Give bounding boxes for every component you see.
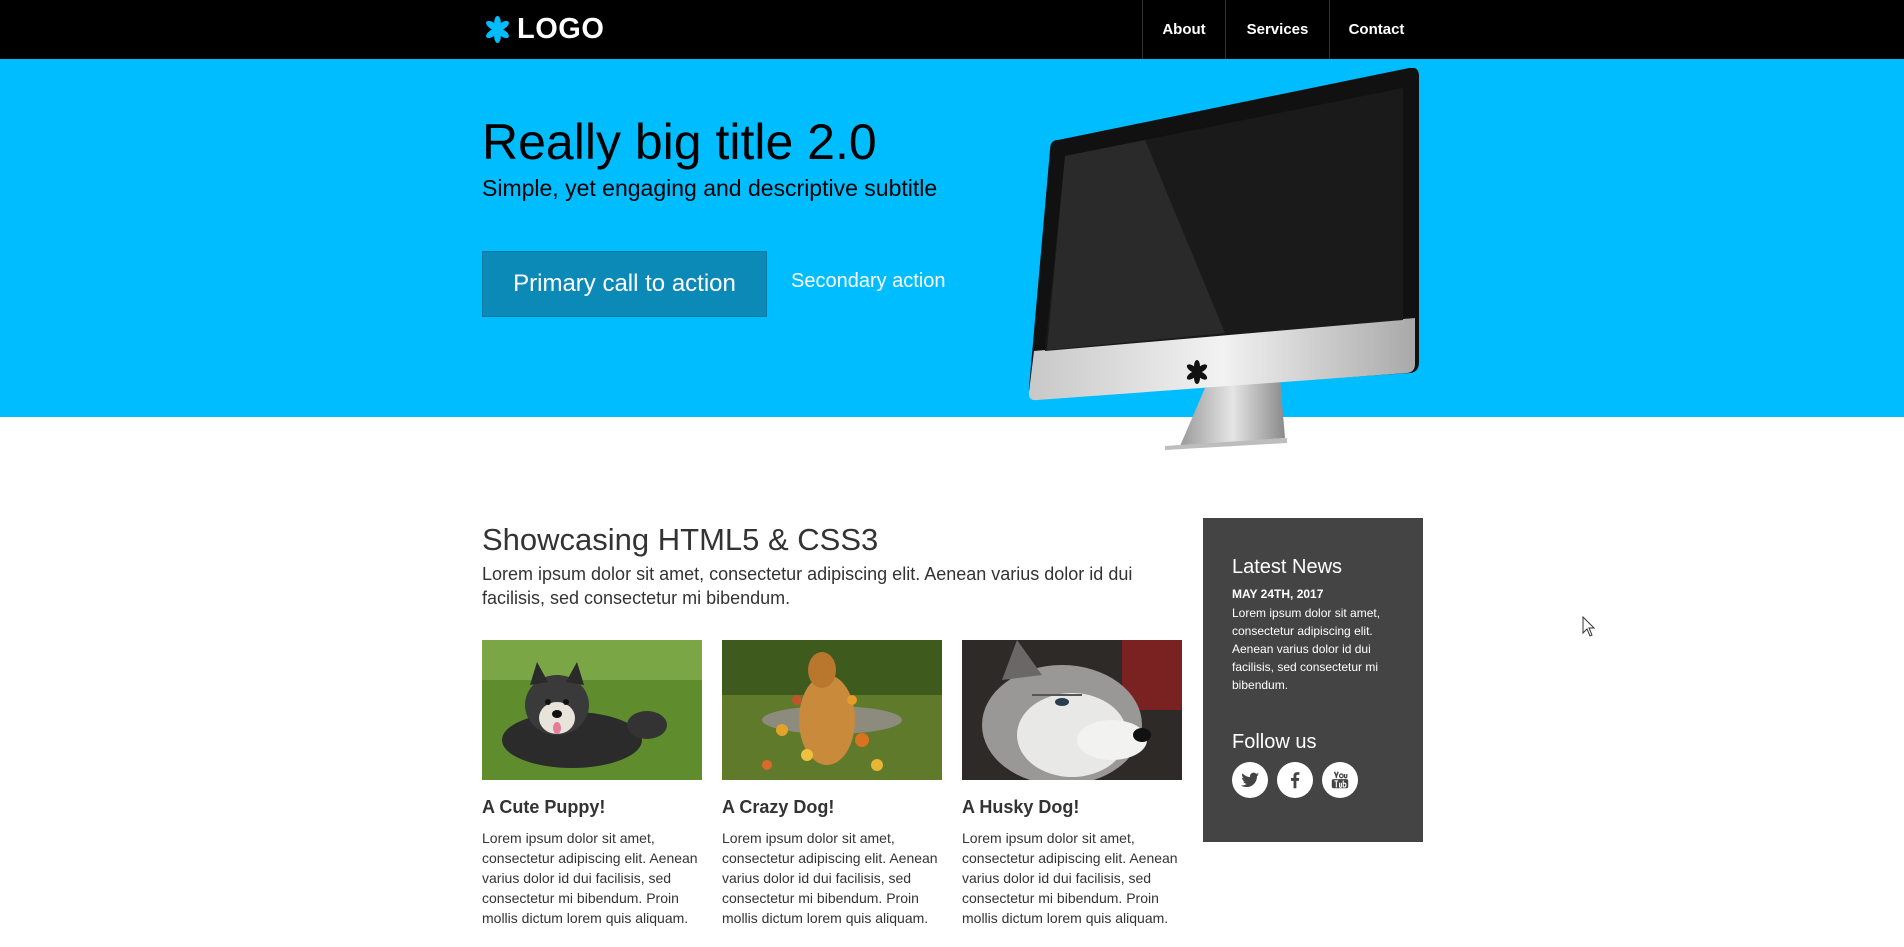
site-logo[interactable]: LOGO — [484, 12, 604, 46]
hero-subtitle: Simple, yet engaging and descriptive sub… — [482, 175, 938, 201]
main-nav: About Services Contact — [1142, 0, 1423, 59]
card-text: Lorem ipsum dolor sit amet, consectetur … — [962, 830, 1178, 926]
primary-cta-button[interactable]: Primary call to action — [482, 251, 767, 317]
crazy-dog-photo — [722, 640, 942, 780]
follow-us-title: Follow us — [1232, 731, 1317, 753]
card-crazy-dog: A Crazy Dog! Lorem ipsum dolor sit amet,… — [722, 640, 942, 928]
twitter-link[interactable] — [1232, 762, 1268, 798]
card-title: A Husky Dog! — [962, 797, 1080, 817]
latest-news-title: Latest News — [1232, 556, 1343, 578]
news-text: Lorem ipsum dolor sit amet, consectetur … — [1232, 606, 1381, 692]
puppy-photo — [482, 640, 702, 780]
youtube-link[interactable] — [1322, 762, 1358, 798]
asterisk-logo-icon — [486, 15, 509, 43]
social-links — [1232, 762, 1394, 798]
hero-banner — [0, 59, 1904, 417]
nav-contact[interactable]: Contact — [1329, 0, 1423, 59]
imac-monitor-image — [1028, 68, 1419, 450]
card-title: A Crazy Dog! — [722, 797, 835, 817]
secondary-action-link[interactable]: Secondary action — [791, 270, 946, 293]
facebook-icon — [1290, 772, 1300, 789]
facebook-link[interactable] — [1277, 762, 1313, 798]
twitter-icon — [1240, 772, 1260, 788]
sidebar-panel: Latest News MAY 24TH, 2017 Lorem ipsum d… — [1203, 518, 1423, 842]
card-cute-puppy: A Cute Puppy! Lorem ipsum dolor sit amet… — [482, 640, 702, 928]
logo-text: LOGO — [517, 12, 605, 45]
youtube-icon — [1331, 771, 1349, 789]
husky-photo — [962, 640, 1182, 780]
top-navigation-bar: LOGO About Services Contact — [0, 0, 1904, 59]
showcase-title: Showcasing HTML5 & CSS3 — [482, 522, 879, 557]
news-date: MAY 24TH, 2017 — [1232, 587, 1324, 601]
card-husky-dog: A Husky Dog! Lorem ipsum dolor sit amet,… — [962, 640, 1182, 928]
card-text: Lorem ipsum dolor sit amet, consectetur … — [722, 830, 938, 926]
card-title: A Cute Puppy! — [482, 797, 606, 817]
showcase-text: Lorem ipsum dolor sit amet, consectetur … — [482, 564, 1133, 608]
card-text: Lorem ipsum dolor sit amet, consectetur … — [482, 830, 698, 926]
nav-about[interactable]: About — [1142, 0, 1225, 59]
hero-title: Really big title 2.0 — [482, 114, 877, 170]
mouse-cursor-icon — [1582, 616, 1596, 637]
nav-services[interactable]: Services — [1225, 0, 1329, 59]
